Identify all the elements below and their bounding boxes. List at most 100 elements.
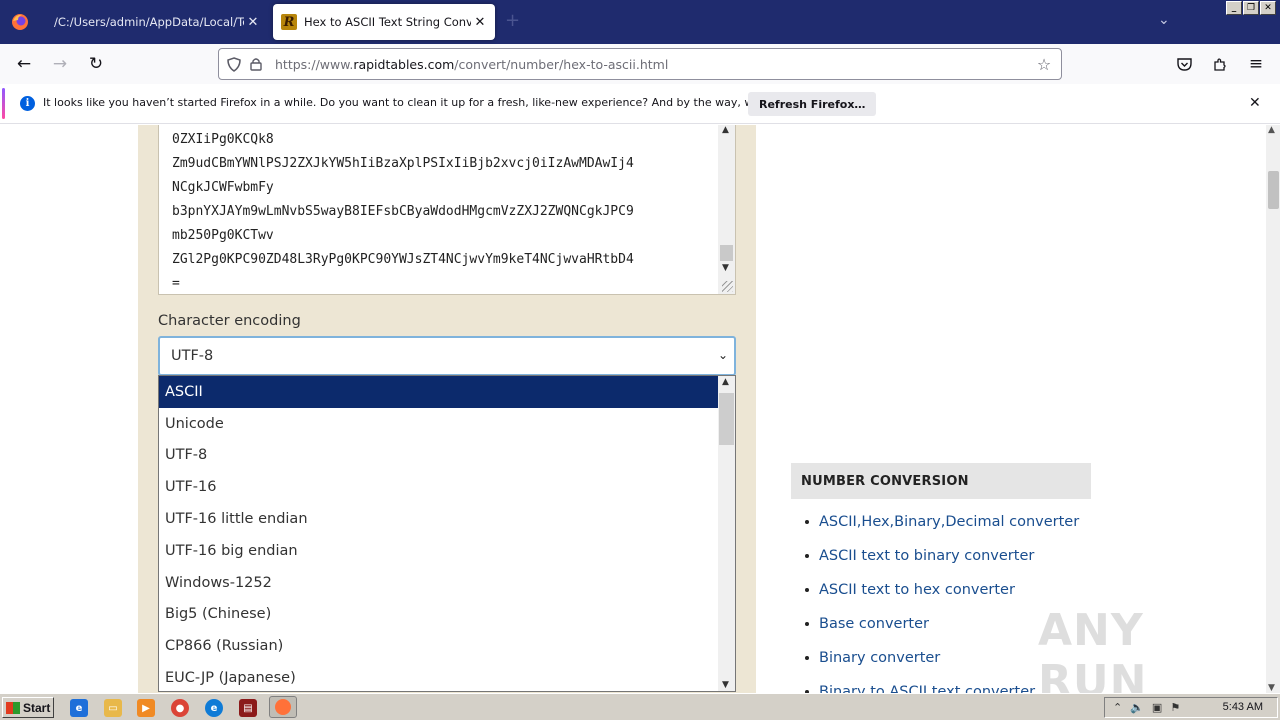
scrollbar-thumb[interactable] [719,393,734,445]
firefox-icon[interactable] [10,12,30,32]
option-cp866[interactable]: CP866 (Russian) [159,630,719,662]
close-tab-icon[interactable]: ✕ [471,15,489,30]
back-arrow-icon[interactable]: ← [12,52,36,76]
close-window-button[interactable]: ✕ [1260,1,1276,15]
sidebar-link[interactable]: ASCII text to binary converter [819,548,1034,564]
output-line: NCgkJCWFwbmFy [172,180,274,195]
firefox-icon [275,699,291,715]
bullet-icon [805,622,809,626]
action-center-flag-icon[interactable]: ⚑ [1170,701,1180,714]
sidebar-link[interactable]: Binary converter [819,650,940,666]
encoding-dropdown-list[interactable]: ASCII Unicode UTF-8 UTF-16 UTF-16 little… [158,375,736,692]
output-line: 0ZXIiPg0KCQk8 [172,132,274,147]
output-line: Zm9udCBmYWNlPSJ2ZXJkYW5hIiBzaXplPSIxIiBj… [172,156,634,171]
winrar-icon[interactable]: ▤ [239,699,257,717]
anyrun-watermark: ANY RUN [1038,605,1148,693]
tab-strip: /C:/Users/admin/AppData/Local/Temp/h ✕ R… [0,0,1280,44]
pocket-icon[interactable] [1172,52,1196,76]
close-notification-icon[interactable]: ✕ [1249,95,1261,111]
bookmark-star-icon[interactable]: ☆ [1033,53,1055,75]
dropdown-scrollbar[interactable]: ▲ ▼ [718,376,735,691]
bullet-icon [805,588,809,592]
scroll-up-arrow-icon[interactable]: ▲ [722,377,729,387]
scrollbar-thumb[interactable] [720,245,733,261]
output-text: 0ZXIiPg0KCQk8 Zm9udCBmYWNlPSJ2ZXJkYW5hIiB… [172,128,634,294]
output-line: ZGl2Pg0KPC90ZD48L3RyPg0KPC90YWJsZT4NCjwv… [172,252,634,267]
option-utf-8[interactable]: UTF-8 [159,440,719,472]
tracking-shield-icon[interactable] [223,53,245,75]
url-text[interactable]: https://www.rapidtables.com/convert/numb… [275,57,1033,72]
tray-expand-icon[interactable]: ⌃ [1113,701,1122,714]
forward-arrow-icon[interactable]: → [48,52,72,76]
number-conversion-heading: NUMBER CONVERSION [791,463,1091,499]
character-encoding-label: Character encoding [158,313,301,329]
scroll-down-arrow-icon[interactable]: ▼ [722,680,729,690]
rapidtables-favicon-icon: R [281,14,297,30]
menu-hamburger-icon[interactable]: ≡ [1244,52,1268,76]
page-scrollbar[interactable]: ▲ ▼ [1266,125,1280,693]
bullet-icon [805,554,809,558]
tab-hex-to-ascii[interactable]: R Hex to ASCII Text String Converte ✕ [273,4,495,40]
list-item: ASCII text to hex converter [805,573,1079,607]
address-bar[interactable]: https://www.rapidtables.com/convert/numb… [218,48,1062,80]
output-line: b3pnYXJAYm9wLmNvbS5wayB8IEFsbCByaWdodHMg… [172,204,634,219]
windows-flag-icon [6,701,20,714]
scroll-down-arrow-icon[interactable]: ▼ [722,263,729,273]
reload-icon[interactable]: ↻ [84,52,108,76]
sidebar-link[interactable]: ASCII text to hex converter [819,582,1015,598]
start-button[interactable]: Start [2,697,54,718]
restore-button[interactable]: ❐ [1243,1,1259,15]
navigation-toolbar: ← → ↻ https://www.rapidtables.com/conver… [0,44,1280,84]
minimize-button[interactable]: _ [1226,1,1242,15]
firefox-taskbar-button[interactable] [269,696,297,718]
textarea-scrollbar[interactable]: ▲ ▼ [718,125,735,294]
bullet-icon [805,656,809,660]
character-encoding-select[interactable]: UTF-8 ⌄ [158,336,736,376]
refresh-firefox-button[interactable]: Refresh Firefox… [748,92,877,116]
system-tray: ⌃ 🔈 ▣ ⚑ 5:43 AM [1104,697,1278,718]
file-explorer-icon[interactable]: ▭ [104,699,122,717]
scroll-down-arrow-icon[interactable]: ▼ [1268,683,1275,693]
windows-taskbar: Start e ▭ ▶ ● e ▤ ⌃ 🔈 ▣ ⚑ 5:43 AM [0,693,1280,720]
tab-title: /C:/Users/admin/AppData/Local/Temp/h [54,15,244,29]
scroll-up-arrow-icon[interactable]: ▲ [1268,125,1275,135]
list-all-tabs-chevron-icon[interactable]: ⌄ [1158,12,1170,28]
resize-grip-icon[interactable] [722,281,733,292]
volume-icon[interactable]: 🔈 [1130,701,1144,714]
sidebar-link[interactable]: Base converter [819,616,929,632]
media-player-icon[interactable]: ▶ [137,699,155,717]
tab-title: Hex to ASCII Text String Converte [304,15,471,29]
close-tab-icon[interactable]: ✕ [244,15,262,30]
network-icon[interactable]: ▣ [1152,701,1162,714]
option-utf-16[interactable]: UTF-16 [159,471,719,503]
option-big5[interactable]: Big5 (Chinese) [159,599,719,631]
ascii-output-textarea[interactable]: 0ZXIiPg0KCQk8 Zm9udCBmYWNlPSJ2ZXJkYW5hIiB… [158,125,736,295]
url-scheme: https://www. [275,56,354,72]
sidebar-link[interactable]: Binary to ASCII text converter [819,684,1035,693]
window-controls: _ ❐ ✕ [1226,1,1276,15]
option-euc-jp[interactable]: EUC-JP (Japanese) [159,662,719,691]
lock-icon[interactable] [245,53,267,75]
notification-message: It looks like you haven’t started Firefo… [43,96,828,109]
sidebar-link[interactable]: ASCII,Hex,Binary,Decimal converter [819,514,1079,530]
option-utf-16-be[interactable]: UTF-16 big endian [159,535,719,567]
refresh-firefox-notification: i It looks like you haven’t started Fire… [0,84,1280,124]
new-tab-button[interactable]: + [505,10,520,31]
selected-encoding: UTF-8 [171,348,214,364]
bullet-icon [805,520,809,524]
scrollbar-thumb[interactable] [1268,171,1279,209]
extensions-icon[interactable] [1208,52,1232,76]
option-windows-1252[interactable]: Windows-1252 [159,567,719,599]
tab-local-file[interactable]: /C:/Users/admin/AppData/Local/Temp/h ✕ [44,4,268,40]
scroll-up-arrow-icon[interactable]: ▲ [722,125,729,135]
option-utf-16-le[interactable]: UTF-16 little endian [159,503,719,535]
chrome-icon[interactable]: ● [171,699,189,717]
option-ascii[interactable]: ASCII [159,376,719,408]
internet-explorer-icon[interactable]: e [70,699,88,717]
clock: 5:43 AM [1222,701,1263,713]
output-line: mb250Pg0KCTwv [172,228,274,243]
edge-icon[interactable]: e [205,699,223,717]
url-path: /convert/number/hex-to-ascii.html [454,56,669,72]
option-unicode[interactable]: Unicode [159,408,719,440]
url-host: rapidtables.com [353,56,455,72]
